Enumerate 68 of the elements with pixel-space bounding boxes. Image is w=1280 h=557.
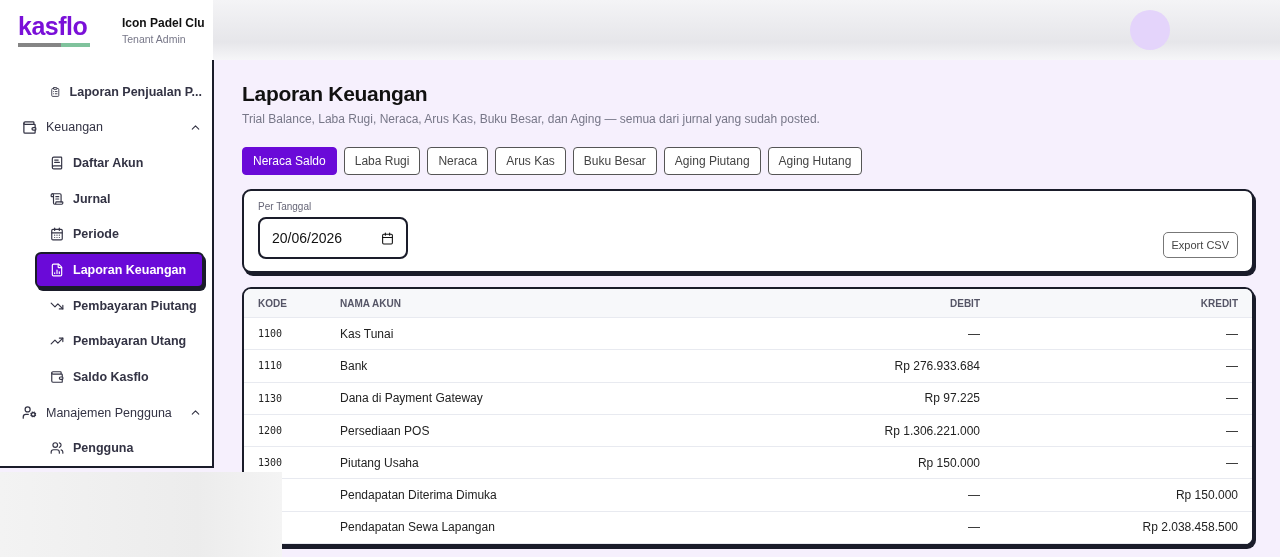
scroll-icon (50, 191, 64, 206)
report-tab[interactable]: Buku Besar (572, 147, 657, 175)
account-name: Kas Tunai (340, 326, 395, 341)
debit-cell-text: — (967, 488, 980, 503)
sidebar-item[interactable]: Saldo Kasflo (35, 359, 204, 395)
powered-by-mark (18, 42, 90, 47)
sidebar-item[interactable]: Daftar Akun (35, 145, 204, 181)
credit-cell-text: — (1225, 423, 1238, 438)
column-header: NAMA AKUN (340, 297, 402, 309)
sidebar-group[interactable]: Keuangan (20, 109, 204, 146)
account-name: Pendapatan Sewa Lapangan (340, 520, 496, 535)
report-tab[interactable]: Aging Piutang (663, 147, 761, 175)
account-name: Pendapatan Diterima Dimuka (340, 488, 498, 503)
tenant-role: Tenant Admin (122, 32, 187, 45)
page-subtitle: Trial Balance, Laba Rugi, Neraca, Arus Kas, Buku Besar, dan Aging — semua dari jurnal yang sudah posted. (242, 112, 821, 126)
logo: kasflo (18, 13, 89, 39)
account-code: 1130 (258, 392, 284, 404)
user-gear-icon (22, 405, 37, 421)
credit-cell-text: — (1225, 358, 1238, 373)
sidebar-item[interactable]: Laporan Keuangan (35, 252, 204, 288)
account-name: Bank (340, 358, 369, 373)
credit-cell-text: Rp 150.000 (1174, 488, 1238, 503)
sidebar-item[interactable]: Periode (35, 216, 204, 253)
report-icon (50, 263, 64, 277)
debit-cell-text: Rp 97.225 (923, 391, 980, 406)
account-code: 1200 (258, 425, 284, 437)
users-icon (50, 441, 64, 456)
wallet-icon (22, 119, 37, 135)
calendar-icon (50, 227, 64, 242)
debit-cell-text: — (967, 520, 980, 535)
sidebar-item[interactable]: Jurnal (35, 180, 204, 217)
report-tab[interactable]: Laba Rugi (343, 147, 421, 175)
account-code: 1110 (258, 360, 284, 372)
credit-cell-text: Rp 2.038.458.500 (1141, 520, 1238, 535)
account-name: Piutang Usaha (340, 455, 420, 470)
debit-cell-text: Rp 150.000 (916, 455, 980, 470)
sidebar-item[interactable]: Laporan Penjualan P... (35, 74, 204, 110)
report-tab[interactable]: Arus Kas (495, 147, 566, 175)
clipboard-icon (50, 84, 61, 99)
account-code: 1300 (258, 457, 284, 469)
credit-cell-text: — (1225, 326, 1238, 341)
account-code: 1100 (258, 328, 284, 340)
report-tab[interactable]: Neraca (427, 147, 489, 175)
wallet-icon (50, 369, 64, 384)
credit-cell-text: — (1225, 455, 1238, 470)
tenant-name: Icon Padel Clu (122, 15, 205, 30)
calendar-icon (381, 231, 394, 245)
blurred-avatar (1130, 10, 1170, 50)
credit-cell-text: — (1225, 391, 1238, 406)
report-tab[interactable]: Neraca Saldo (242, 147, 337, 175)
sidebar-item[interactable]: Pembayaran Piutang (35, 287, 204, 324)
sidebar-item[interactable]: Pembayaran Utang (35, 323, 204, 360)
report-tab[interactable]: Aging Hutang (767, 147, 863, 175)
page-title: Laporan Keuangan (242, 82, 429, 106)
date-field[interactable]: 20/06/2026 (258, 217, 408, 259)
column-header: KODE (258, 297, 288, 309)
date-label: Per Tanggal (258, 201, 313, 212)
debit-cell-text: — (967, 326, 980, 341)
book-icon (50, 156, 64, 171)
column-header: DEBIT (949, 297, 980, 309)
sidebar-item[interactable]: Pengguna (35, 430, 204, 467)
export-csv-button[interactable]: Export CSV (1162, 232, 1238, 258)
account-name: Persediaan POS (340, 423, 431, 438)
debit-cell-text: Rp 276.933.684 (893, 358, 980, 373)
account-name: Dana di Payment Gateway (340, 391, 484, 406)
debit-cell-text: Rp 1.306.221.000 (883, 423, 980, 438)
sidebar-group[interactable]: Manajemen Pengguna (20, 394, 204, 431)
column-header: KREDIT (1199, 297, 1238, 309)
